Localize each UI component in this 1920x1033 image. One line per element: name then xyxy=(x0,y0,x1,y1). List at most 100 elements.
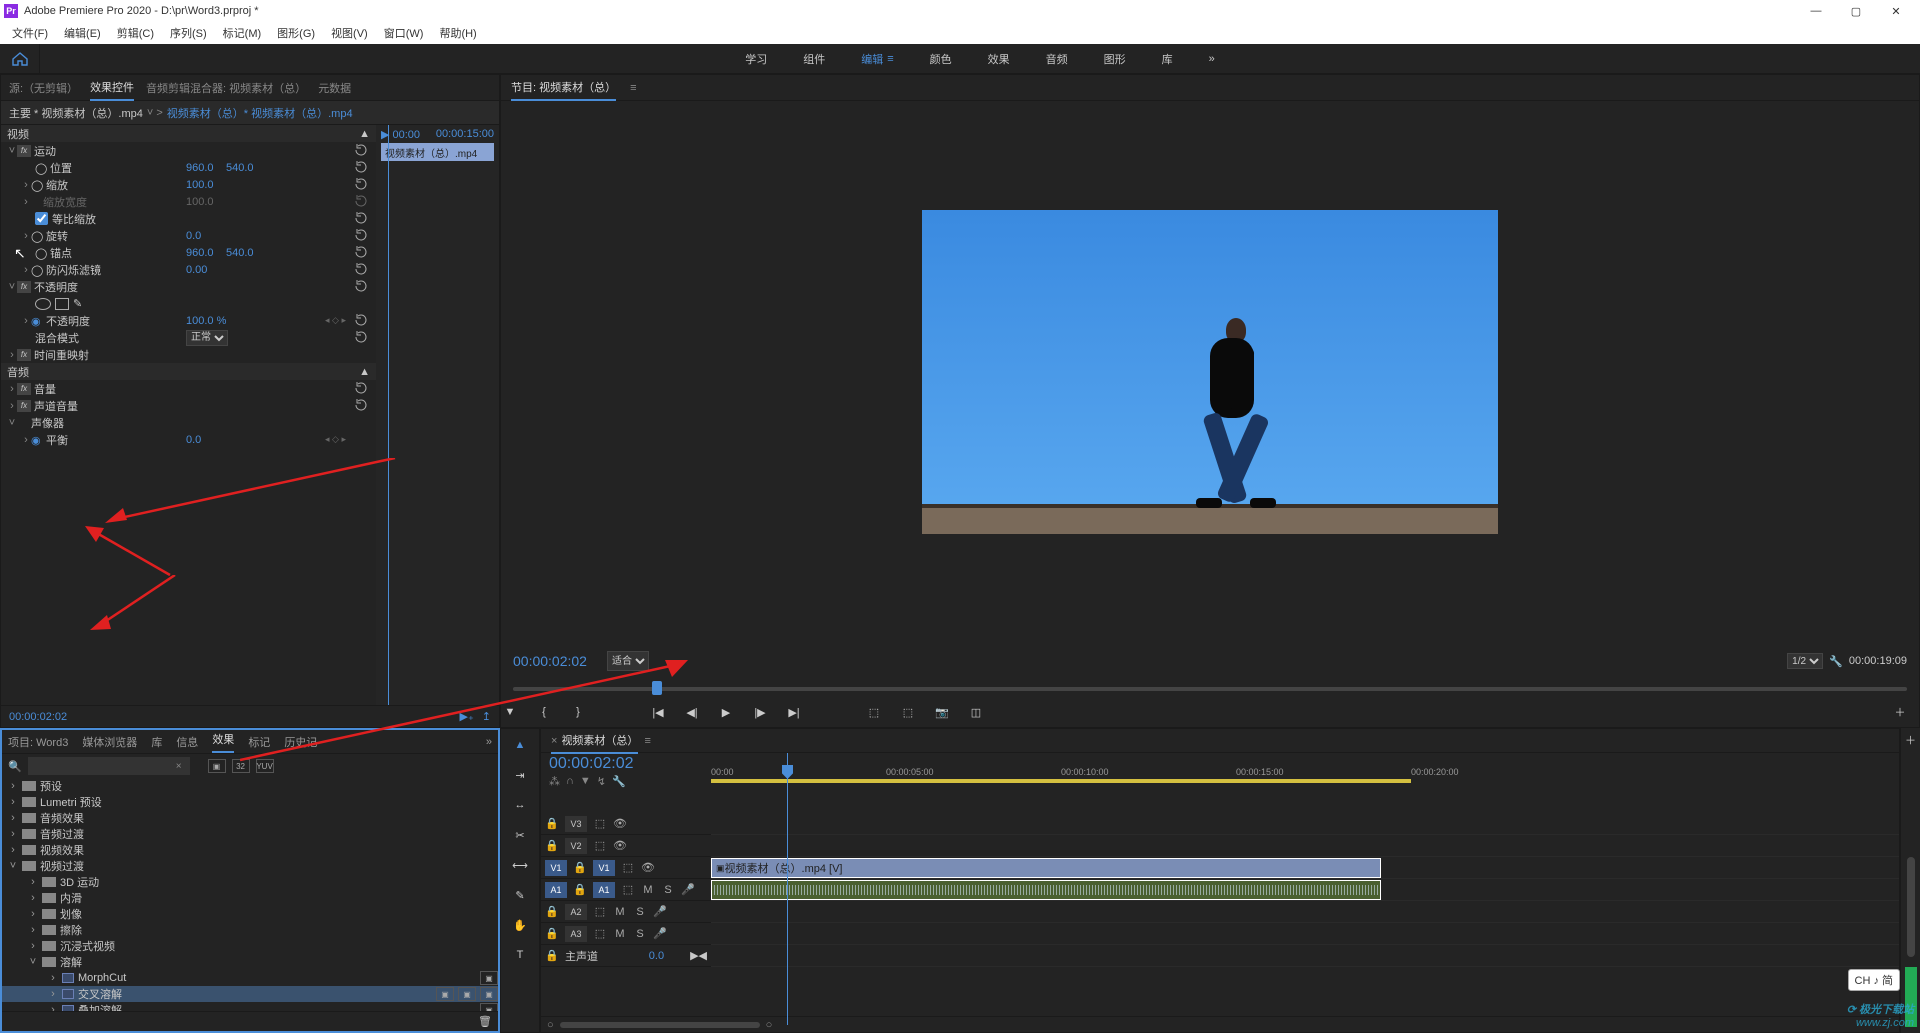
snap-icon[interactable]: ⁂ xyxy=(549,775,560,788)
go-out-icon[interactable]: ▶| xyxy=(785,703,803,721)
mic-icon[interactable]: 🎤 xyxy=(681,883,695,897)
tree-row[interactable]: ˅视频过渡 xyxy=(2,858,498,874)
lock-icon[interactable]: 🔒 xyxy=(545,817,559,831)
play-icon[interactable]: ▶ xyxy=(717,703,735,721)
stopwatch-icon[interactable]: ◉ xyxy=(31,434,43,446)
pen-tool[interactable]: ✎ xyxy=(510,885,530,905)
ec-time-remap[interactable]: 时间重映射 xyxy=(34,347,89,363)
tab-media-browser[interactable]: 媒体浏览器 xyxy=(82,734,137,750)
timeline-zoom-slider[interactable] xyxy=(560,1022,760,1028)
mask-rect-icon[interactable] xyxy=(55,298,69,310)
comparison-icon[interactable]: ◫ xyxy=(967,703,985,721)
stopwatch-icon[interactable]: ◯ xyxy=(31,264,43,276)
fx-icon[interactable]: fx xyxy=(17,349,31,361)
mask-pen-icon[interactable]: ✎ xyxy=(73,297,82,310)
badge-32bit[interactable]: 32 xyxy=(232,759,250,773)
menu-file[interactable]: 文件(F) xyxy=(4,23,56,43)
timeline-tracks-content[interactable]: ▣ 视频素材（总）.mp4 [V] xyxy=(711,795,1899,1016)
program-ruler[interactable] xyxy=(513,679,1907,697)
track-select-tool[interactable]: ⇥ xyxy=(510,765,530,785)
menu-graphics[interactable]: 图形(G) xyxy=(269,23,323,43)
eye-icon[interactable]: 👁 xyxy=(613,817,627,831)
tree-row[interactable]: ›MorphCut▣ xyxy=(2,970,498,986)
ws-libraries[interactable]: 库 xyxy=(1144,45,1191,73)
mute-icon[interactable]: M xyxy=(641,883,655,897)
eye-icon[interactable]: 👁 xyxy=(613,839,627,853)
expand-icon[interactable]: ▶◀ xyxy=(690,949,707,962)
clip-v1[interactable]: ▣ 视频素材（总）.mp4 [V] xyxy=(711,858,1381,878)
menu-clip[interactable]: 剪辑(C) xyxy=(109,23,162,43)
fx-icon[interactable]: fx xyxy=(17,383,31,395)
reset-icon[interactable] xyxy=(354,212,370,226)
reset-icon[interactable] xyxy=(354,382,370,396)
menu-window[interactable]: 窗口(W) xyxy=(376,23,432,43)
ec-channel-volume[interactable]: 声道音量 xyxy=(34,398,78,414)
ec-opacity-val[interactable]: 100.0 % xyxy=(186,315,226,327)
keyframe-nav[interactable]: ◂ ◇ ▸ xyxy=(325,434,346,445)
playhead[interactable] xyxy=(388,125,389,705)
ws-overflow[interactable]: » xyxy=(1191,45,1233,73)
zoom-out-icon[interactable]: ○ xyxy=(547,1019,554,1031)
ec-anchor-y[interactable]: 540.0 xyxy=(226,247,254,259)
reset-icon[interactable] xyxy=(354,314,370,328)
vertical-scrollbar[interactable] xyxy=(1907,857,1915,957)
menu-markers[interactable]: 标记(M) xyxy=(215,23,270,43)
toggle-output-icon[interactable]: ⬚ xyxy=(593,839,607,853)
step-back-icon[interactable]: ◀| xyxy=(683,703,701,721)
button-editor-icon[interactable]: ＋ xyxy=(1891,703,1909,721)
tab-audio-mixer[interactable]: 音频剪辑混合器: 视频素材（总） xyxy=(146,76,306,100)
track-a1-label[interactable]: A1 xyxy=(593,882,615,898)
stopwatch-icon[interactable]: ◯ xyxy=(35,247,47,259)
tab-libraries[interactable]: 库 xyxy=(151,734,162,750)
lock-icon[interactable]: 🔒 xyxy=(545,839,559,853)
panel-overflow[interactable]: » xyxy=(486,736,492,748)
reset-icon[interactable] xyxy=(354,178,370,192)
solo-icon[interactable]: S xyxy=(633,905,647,919)
keyframe-nav[interactable]: ◂ ◇ ▸ xyxy=(325,315,346,326)
lock-icon[interactable]: 🔒 xyxy=(545,927,559,941)
stopwatch-icon[interactable]: ◯ xyxy=(31,179,43,191)
ec-anchor-x[interactable]: 960.0 xyxy=(186,247,214,259)
toggle-output-icon[interactable]: ⬚ xyxy=(621,883,635,897)
stopwatch-icon[interactable]: ◉ xyxy=(31,315,43,327)
stopwatch-icon[interactable]: ◯ xyxy=(31,230,43,242)
ec-zoom-icon[interactable]: ↥ xyxy=(482,710,491,723)
fx-icon[interactable]: fx xyxy=(17,400,31,412)
step-fwd-icon[interactable]: |▶ xyxy=(751,703,769,721)
clip-a1[interactable] xyxy=(711,880,1381,900)
toggle-output-icon[interactable]: ⬚ xyxy=(593,927,607,941)
tree-row[interactable]: ›音频效果 xyxy=(2,810,498,826)
home-button[interactable] xyxy=(0,44,40,74)
tree-row[interactable]: ›音频过渡 xyxy=(2,826,498,842)
minimize-button[interactable]: — xyxy=(1796,0,1836,22)
toggle-output-icon[interactable]: ⬚ xyxy=(621,861,635,875)
reset-icon[interactable] xyxy=(354,229,370,243)
ec-opacity-section[interactable]: 不透明度 xyxy=(34,279,78,295)
timeline-ruler[interactable]: 00:00 00:00:05:00 00:00:10:00 00:00:15:0… xyxy=(711,753,1899,795)
program-timecode-left[interactable]: 00:00:02:02 xyxy=(513,653,587,669)
ws-graphics[interactable]: 图形 xyxy=(1086,45,1144,73)
ws-audio[interactable]: 音频 xyxy=(1028,45,1086,73)
menu-view[interactable]: 视图(V) xyxy=(323,23,376,43)
tab-source[interactable]: 源:（无剪辑） xyxy=(9,76,78,100)
track-v1-label[interactable]: V1 xyxy=(593,860,615,876)
tab-project[interactable]: 项目: Word3 xyxy=(8,734,68,750)
mic-icon[interactable]: 🎤 xyxy=(653,905,667,919)
ec-timecode[interactable]: 00:00:02:02 xyxy=(9,711,67,723)
ec-anti-flicker-val[interactable]: 0.00 xyxy=(186,264,207,276)
menu-help[interactable]: 帮助(H) xyxy=(431,23,484,43)
mic-icon[interactable]: 🎤 xyxy=(653,927,667,941)
tree-row[interactable]: ›叠加溶解▣ xyxy=(2,1002,498,1011)
hand-tool[interactable]: ✋ xyxy=(510,915,530,935)
eye-icon[interactable]: 👁 xyxy=(641,861,655,875)
ec-rotation-val[interactable]: 0.0 xyxy=(186,230,201,242)
slip-tool[interactable]: ⟷ xyxy=(510,855,530,875)
track-v2-label[interactable]: V2 xyxy=(565,838,587,854)
ec-position-x[interactable]: 960.0 xyxy=(186,162,214,174)
settings-icon[interactable]: 🔧 xyxy=(1829,655,1843,668)
program-playhead[interactable] xyxy=(652,681,662,695)
program-tab[interactable]: 节目: 视频素材（总） xyxy=(511,75,616,101)
ec-master-clip[interactable]: 主要 * 视频素材（总）.mp4 xyxy=(9,105,143,121)
settings-icon[interactable]: ↯ xyxy=(597,775,606,788)
timeline-tab[interactable]: ×视频素材（总） xyxy=(551,728,638,754)
